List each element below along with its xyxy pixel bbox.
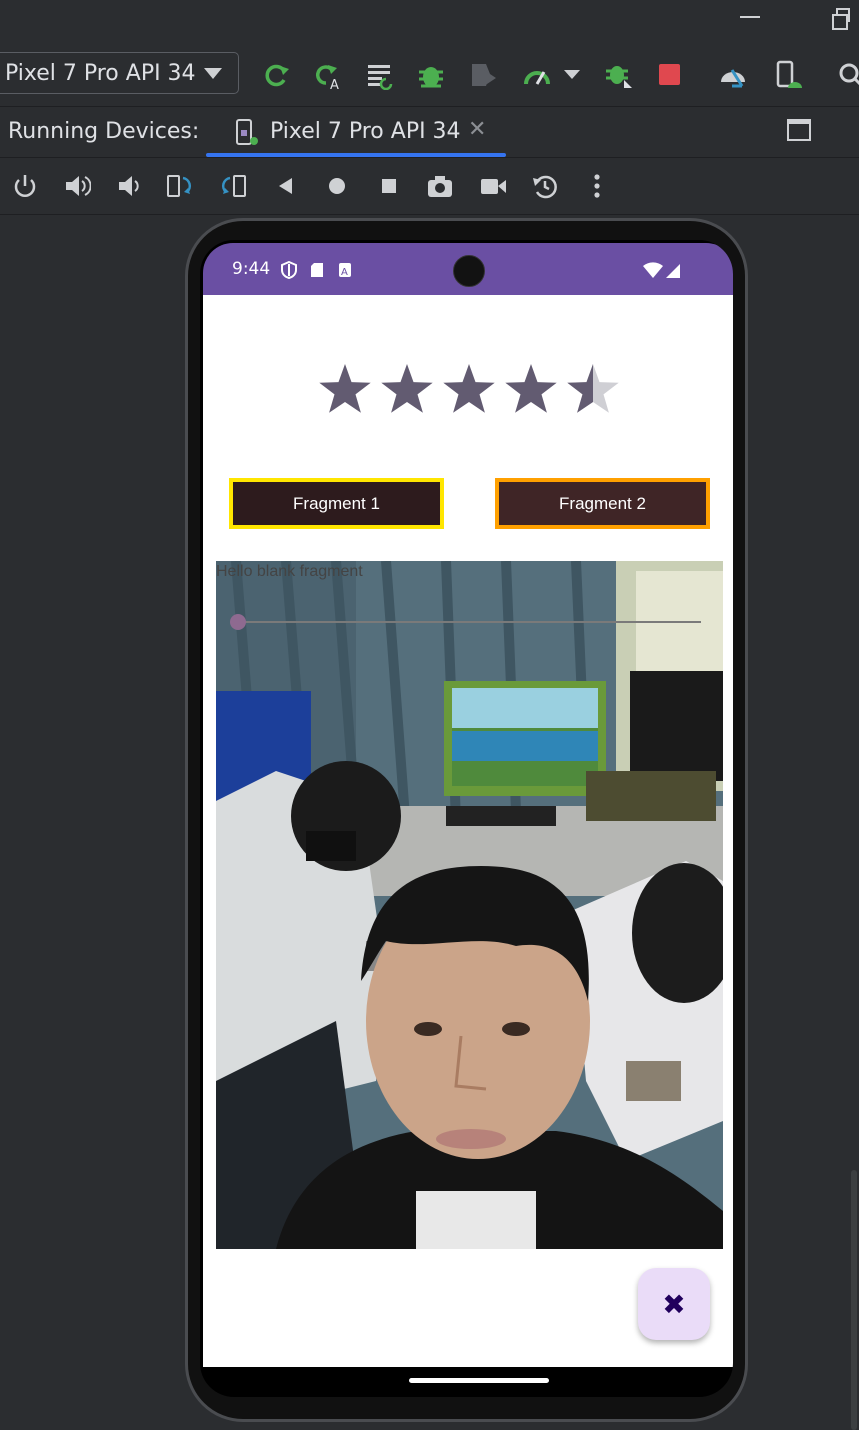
camera-cutout	[453, 255, 485, 287]
gesture-nav-handle[interactable]	[409, 1378, 549, 1383]
screenshot-icon[interactable]	[426, 172, 454, 200]
accessibility-icon: A	[339, 263, 351, 278]
back-icon[interactable]	[272, 172, 300, 200]
rotate-right-icon[interactable]	[219, 172, 247, 200]
close-icon: ✖	[662, 1287, 686, 1321]
device-select-label: Pixel 7 Pro API 34	[5, 60, 196, 86]
chevron-down-icon	[204, 68, 222, 79]
svg-text:A: A	[341, 267, 348, 278]
tab-pixel-7-pro[interactable]: Pixel 7 Pro API 34 ✕	[206, 107, 506, 157]
scrollbar[interactable]	[851, 1170, 857, 1430]
rotate-left-icon[interactable]	[166, 172, 194, 200]
device-manager-icon[interactable]	[718, 60, 748, 90]
fragment-2-button[interactable]: Fragment 2	[495, 478, 710, 529]
seekbar-track[interactable]	[231, 621, 701, 623]
profile-icon[interactable]	[522, 60, 552, 90]
fragment-text: Hello blank fragment	[216, 563, 363, 580]
stop-icon[interactable]	[659, 64, 680, 85]
tab-selected-indicator	[206, 153, 506, 157]
overview-icon[interactable]	[375, 172, 403, 200]
rerun-icon[interactable]	[262, 60, 292, 90]
sync-icon[interactable]	[366, 60, 396, 90]
debug-app-icon[interactable]	[604, 60, 634, 90]
tab-label: Pixel 7 Pro API 34	[270, 119, 461, 144]
minimize-icon[interactable]	[740, 16, 760, 18]
more-icon[interactable]	[583, 172, 611, 200]
svg-text:A: A	[330, 78, 339, 90]
volume-up-icon[interactable]	[63, 172, 91, 200]
power-icon[interactable]	[11, 172, 39, 200]
screen-record-icon[interactable]	[479, 172, 507, 200]
rating-bar[interactable]	[317, 362, 627, 418]
star-1[interactable]	[319, 364, 371, 413]
home-icon[interactable]	[323, 172, 351, 200]
app-screen: Fragment 1 Fragment 2 Hello blank fragme…	[203, 295, 733, 1367]
restore-icon[interactable]	[832, 8, 850, 30]
volume-down-icon[interactable]	[116, 172, 144, 200]
sd-card-icon	[311, 263, 323, 277]
fragment-1-button[interactable]: Fragment 1	[229, 478, 444, 529]
more-dropdown-icon[interactable]	[564, 70, 580, 79]
running-devices-header: Running Devices: Pixel 7 Pro API 34 ✕	[0, 107, 859, 158]
phone-frame: 9:44 A Fragment 1 Fragment 2 Hello blank…	[185, 218, 748, 1422]
window-layout-icon[interactable]	[787, 119, 811, 141]
status-bar: 9:44 A	[203, 243, 733, 295]
star-4[interactable]	[505, 364, 557, 413]
debug-icon[interactable]	[416, 60, 446, 90]
phone-display: 9:44 A Fragment 1 Fragment 2 Hello blank…	[200, 240, 733, 1397]
snapshot-icon[interactable]	[531, 172, 559, 200]
panel-title: Running Devices:	[8, 119, 200, 144]
emulator-controls	[0, 158, 859, 215]
star-3[interactable]	[443, 364, 495, 413]
wifi-signal-icon	[643, 262, 680, 278]
shield-icon	[281, 261, 297, 279]
star-2[interactable]	[381, 364, 433, 413]
seekbar-thumb[interactable]	[230, 614, 246, 630]
window-title-bar	[0, 0, 859, 38]
close-tab-icon[interactable]: ✕	[468, 117, 486, 142]
close-fab-button[interactable]: ✖	[638, 1268, 710, 1340]
apply-changes-icon[interactable]: A	[312, 60, 342, 90]
main-toolbar: Pixel 7 Pro API 34 A	[0, 40, 859, 107]
running-device-icon[interactable]	[774, 60, 804, 90]
camera-photo	[216, 561, 723, 1249]
search-icon[interactable]	[836, 60, 859, 90]
device-select[interactable]: Pixel 7 Pro API 34	[0, 52, 239, 94]
status-time: 9:44	[232, 259, 271, 279]
device-tab-icon	[236, 119, 258, 145]
attach-debugger-icon[interactable]	[468, 60, 498, 90]
